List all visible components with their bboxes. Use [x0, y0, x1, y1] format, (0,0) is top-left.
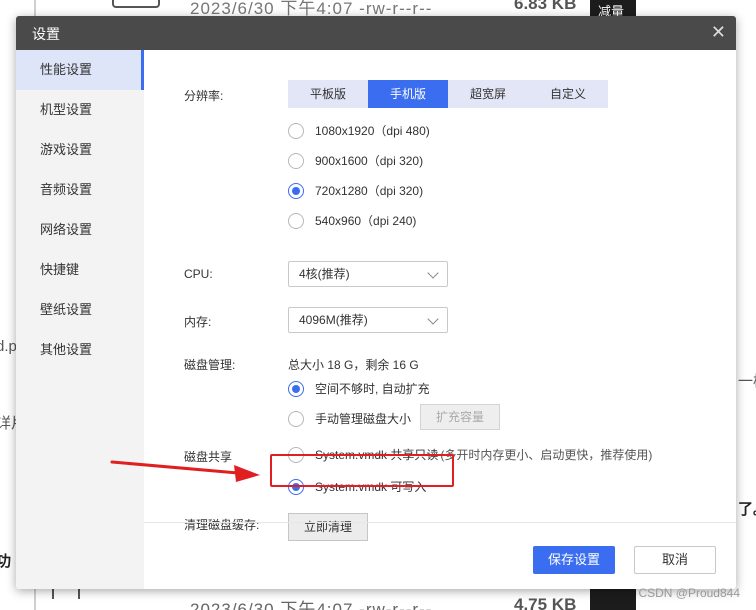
cpu-select-value: 4核(推荐)	[299, 267, 350, 281]
tab-phone[interactable]: 手机版	[368, 80, 448, 108]
disk-summary: 总大小 18 G，剩余 16 G	[288, 358, 419, 372]
resolution-option-540[interactable]: 540x960（dpi 240)	[288, 212, 416, 229]
resolution-option-label: 540x960（dpi 240)	[315, 214, 417, 228]
sidebar-item-shortcuts[interactable]: 快捷键	[16, 250, 144, 290]
disk-manual-option[interactable]: 手动管理磁盘大小	[288, 410, 411, 427]
resolution-option-label: 720x1280（dpi 320)	[315, 184, 424, 198]
sidebar-item-network[interactable]: 网络设置	[16, 210, 144, 250]
annotation-arrow-icon	[110, 460, 260, 482]
background-file-size-bottom: 4.75 KB	[514, 595, 577, 610]
disk-label: 磁盘管理:	[184, 358, 236, 372]
background-file-size-top: 6.83 KB	[514, 0, 577, 13]
share-readonly-hint: (多开时内存更小、启动更快，推荐使用)	[440, 448, 653, 462]
footer-divider	[144, 522, 736, 523]
tab-tablet[interactable]: 平板版	[288, 80, 368, 108]
sidebar-item-device-model[interactable]: 机型设置	[16, 90, 144, 130]
tab-custom[interactable]: 自定义	[528, 80, 608, 108]
close-icon[interactable]: ✕	[711, 22, 726, 42]
background-checkbox	[112, 0, 160, 8]
sidebar-item-performance[interactable]: 性能设置	[16, 50, 144, 90]
resolution-option-720[interactable]: 720x1280（dpi 320)	[288, 182, 423, 199]
save-settings-button[interactable]: 保存设置	[533, 546, 615, 574]
memory-select-value: 4096M(推荐)	[299, 313, 368, 327]
disk-manual-label: 手动管理磁盘大小	[315, 412, 412, 426]
disk-auto-expand-option[interactable]: 空间不够时, 自动扩充	[288, 380, 430, 397]
chevron-down-icon	[427, 313, 439, 325]
memory-label: 内存:	[184, 315, 212, 329]
radio-button-selected[interactable]	[288, 182, 304, 199]
settings-dialog: 设置 ✕ 性能设置 机型设置 游戏设置 音频设置 网络设置 快捷键 壁纸设置 其…	[16, 16, 736, 589]
sidebar-item-game[interactable]: 游戏设置	[16, 130, 144, 170]
settings-sidebar: 性能设置 机型设置 游戏设置 音频设置 网络设置 快捷键 壁纸设置 其他设置	[16, 50, 144, 589]
radio-button[interactable]	[288, 152, 304, 169]
sidebar-item-audio[interactable]: 音频设置	[16, 170, 144, 210]
dialog-title: 设置	[32, 26, 60, 42]
cpu-label: CPU:	[184, 267, 213, 281]
tab-ultrawide[interactable]: 超宽屏	[448, 80, 528, 108]
background-text-left-3: 功	[0, 553, 12, 570]
watermark: CSDN @Proud844	[638, 586, 740, 600]
chevron-down-icon	[427, 267, 439, 279]
resolution-option-label: 900x1600（dpi 320)	[315, 154, 424, 168]
resolution-option-900[interactable]: 900x1600（dpi 320)	[288, 152, 423, 169]
resolution-label: 分辨率:	[184, 89, 224, 103]
background-text-left-1: d.p	[0, 338, 17, 355]
disk-auto-expand-label: 空间不够时, 自动扩充	[315, 382, 430, 396]
memory-select[interactable]: 4096M(推荐)	[288, 307, 448, 333]
radio-button-selected[interactable]	[288, 380, 304, 397]
background-text-right-1: 一样	[738, 373, 756, 390]
resolution-option-label: 1080x1920（dpi 480)	[315, 124, 430, 138]
dialog-header: 设置 ✕	[16, 16, 736, 50]
resolution-tabs: 平板版 手机版 超宽屏 自定义	[288, 80, 608, 108]
clear-cache-label: 清理磁盘缓存:	[184, 518, 260, 532]
radio-button[interactable]	[288, 212, 304, 229]
cpu-select[interactable]: 4核(推荐)	[288, 261, 448, 287]
radio-button[interactable]	[288, 122, 304, 139]
background-text-right-2: 了。	[738, 501, 756, 518]
annotation-highlight-box	[270, 454, 454, 487]
sidebar-item-wallpaper[interactable]: 壁纸设置	[16, 290, 144, 330]
cancel-button[interactable]: 取消	[634, 546, 716, 574]
clear-cache-button[interactable]: 立即清理	[288, 513, 368, 541]
background-file-meta-bottom: 2023/6/30 下午4:07 -rw-r--r--	[190, 600, 433, 610]
settings-content: 分辨率: 平板版 手机版 超宽屏 自定义 1080x1920（dpi 480) …	[144, 50, 736, 541]
radio-button[interactable]	[288, 410, 304, 427]
expand-capacity-button[interactable]: 扩充容量	[420, 404, 500, 430]
resolution-option-1080[interactable]: 1080x1920（dpi 480)	[288, 122, 430, 139]
sidebar-item-other[interactable]: 其他设置	[16, 330, 144, 370]
